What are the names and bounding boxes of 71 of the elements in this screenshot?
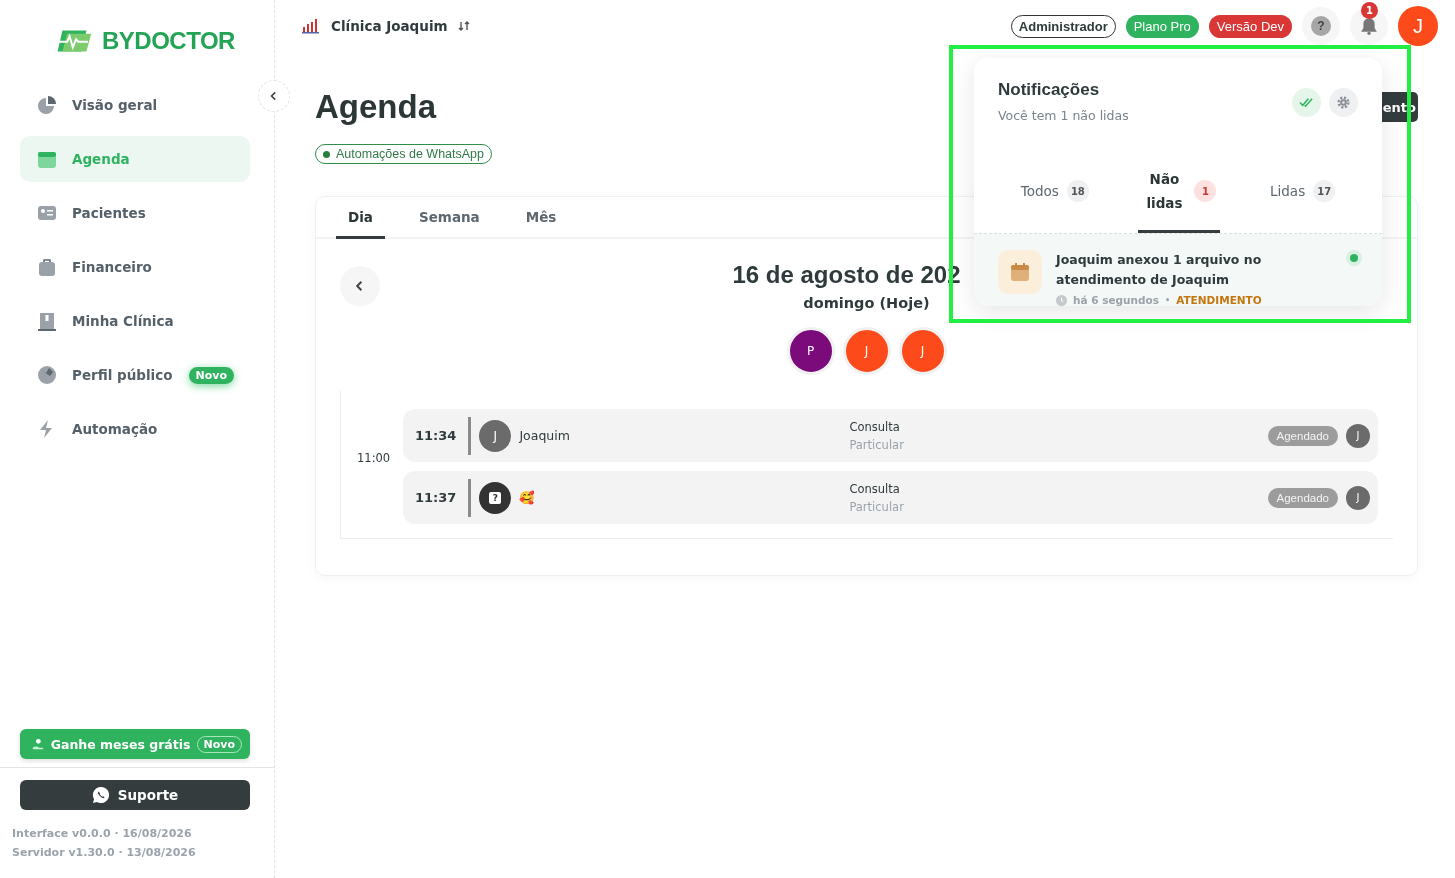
appointment-row[interactable]: 11:37 ? 🥰 Consulta Particular Agendado J xyxy=(403,471,1378,524)
view-tab[interactable]: Semana xyxy=(406,197,492,239)
clinic-name[interactable]: Clínica Joaquim xyxy=(331,18,448,34)
patient-avatar: ? xyxy=(479,481,512,514)
nav-item[interactable]: Perfil público Novo xyxy=(20,352,250,398)
support-button[interactable]: Suporte xyxy=(20,780,250,810)
notification-count: 1 xyxy=(1361,2,1378,19)
page-title: Agenda xyxy=(315,88,438,126)
view-tab[interactable]: Mês xyxy=(513,197,569,239)
patient-name: Joaquim xyxy=(519,428,571,443)
separator-dot: • xyxy=(1165,295,1171,305)
brand-name: BYDOCTOR xyxy=(102,27,235,55)
professional-avatar[interactable]: P xyxy=(786,327,835,375)
nav-item[interactable]: Visão geral xyxy=(20,82,250,128)
nav-item[interactable]: Financeiro xyxy=(20,244,250,290)
appointment-type: Consulta xyxy=(849,419,901,434)
appointment-row[interactable]: 11:34 J Joaquim Consulta Particular Agendado J xyxy=(403,409,1378,462)
panel-title: Notificações xyxy=(998,80,1101,100)
notification-tab[interactable]: Todos 18 xyxy=(1016,152,1093,233)
calendar-icon xyxy=(37,149,57,169)
notification-text: Joaquim anexou 1 arquivo no atendimento de Joaquim xyxy=(1056,251,1263,289)
mark-all-read-button[interactable] xyxy=(1292,88,1321,117)
help-button[interactable]: ? xyxy=(1302,7,1340,45)
hour-label: 11:00 xyxy=(356,450,392,465)
version-text: Servidor v1.30.0 · 13/08/2026 xyxy=(11,845,197,861)
building-icon xyxy=(37,311,57,331)
patient-name: 🥰 xyxy=(519,490,537,505)
pie-icon xyxy=(37,95,57,115)
status-badge: Agendado xyxy=(1267,487,1338,508)
doctor-avatar: J xyxy=(1346,485,1370,510)
gift-hand-icon xyxy=(32,736,45,752)
panel-subtitle: Você tem 1 não lidas xyxy=(998,108,1130,123)
globe-icon xyxy=(37,365,57,385)
bar-chart-logo-icon xyxy=(301,18,321,34)
user-avatar[interactable]: J xyxy=(1398,6,1438,46)
role-badge: Plano Pro xyxy=(1125,14,1199,38)
chat-phone-icon xyxy=(91,786,110,804)
notification-tab[interactable]: Lidas 17 xyxy=(1266,152,1340,233)
notification-time: há 6 segundos xyxy=(1073,294,1159,306)
settings-button[interactable] xyxy=(1329,88,1358,117)
clock-icon xyxy=(1056,294,1067,306)
nav-item[interactable]: Pacientes xyxy=(20,190,250,236)
bell-icon xyxy=(1360,17,1378,35)
payment-type: Particular xyxy=(849,499,904,514)
bag-icon xyxy=(37,257,57,277)
professional-avatar[interactable]: J xyxy=(842,327,891,375)
view-tab[interactable]: Dia xyxy=(336,197,385,239)
doctor-avatar: J xyxy=(1346,423,1370,448)
calendar-icon xyxy=(998,250,1042,294)
notification-category: ATENDIMENTO xyxy=(1176,294,1262,306)
whatsapp-automation-chip[interactable]: Automações de WhatsApp xyxy=(315,144,492,164)
promo-label: Ganhe meses grátis xyxy=(50,736,191,752)
payment-type: Particular xyxy=(849,437,904,452)
appointment-time: 11:34 xyxy=(415,428,457,443)
appointment-type: Consulta xyxy=(849,481,901,496)
role-badge: Versão Dev xyxy=(1208,14,1292,38)
status-badge: Agendado xyxy=(1267,425,1338,446)
nav-item[interactable]: Automação xyxy=(20,406,250,452)
settings-icon xyxy=(1336,95,1351,110)
appointment-time: 11:37 xyxy=(415,490,457,505)
weekday-label: domingo (Hoje) xyxy=(803,295,930,311)
notification-item[interactable]: Joaquim anexou 1 arquivo no atendimento de Joaquim há 6 segundos • ATENDIMENTO xyxy=(974,234,1382,306)
swap-icon[interactable] xyxy=(457,20,470,32)
notifications-button[interactable] xyxy=(1350,7,1388,45)
card-icon xyxy=(37,203,57,223)
patient-avatar: J xyxy=(479,419,512,452)
nav-item[interactable]: Minha Clínica xyxy=(20,298,250,344)
version-text: Interface v0.0.0 · 16/08/2026 xyxy=(11,826,193,842)
professional-avatar[interactable]: J xyxy=(898,327,947,375)
double-check-icon xyxy=(1299,95,1314,110)
new-badge: Novo xyxy=(188,366,234,384)
